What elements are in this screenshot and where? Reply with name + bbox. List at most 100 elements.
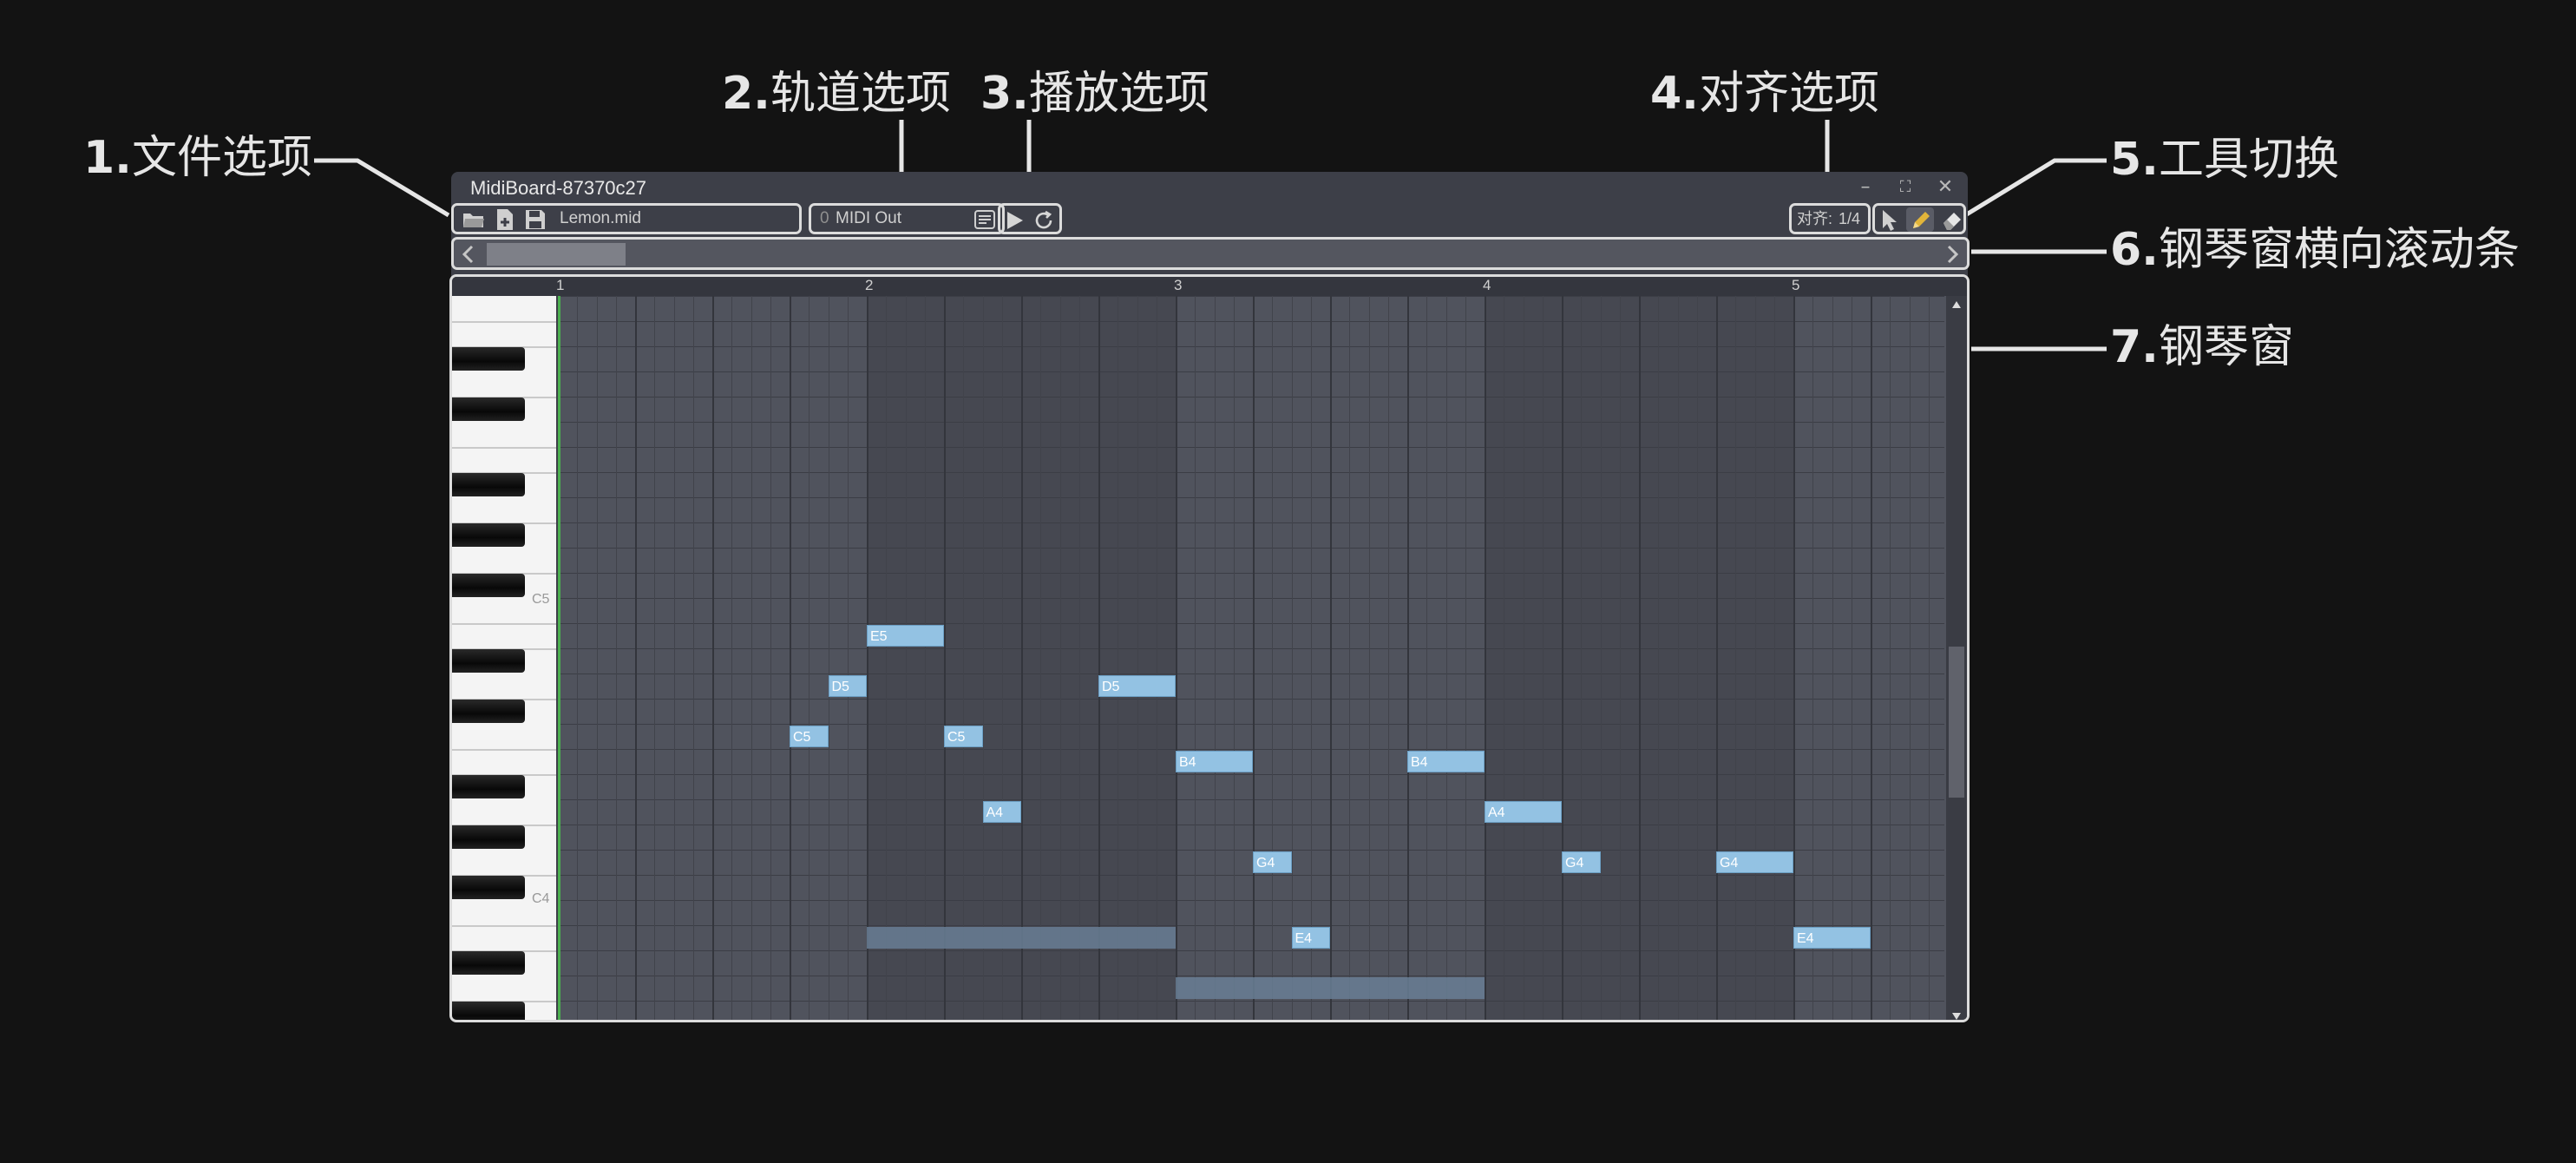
midi-note[interactable]: B4 bbox=[1176, 751, 1253, 772]
grid-row-line bbox=[558, 648, 1944, 649]
track-list-icon[interactable] bbox=[974, 210, 995, 229]
vertical-scrollbar-thumb[interactable] bbox=[1949, 647, 1964, 798]
grid-row-line bbox=[558, 799, 1944, 800]
midi-note[interactable]: G4 bbox=[1562, 851, 1601, 873]
grid-col-line bbox=[1098, 296, 1100, 1020]
minimize-button[interactable]: – bbox=[1846, 174, 1884, 201]
black-key[interactable] bbox=[452, 473, 525, 496]
grid-row-line bbox=[558, 699, 1944, 700]
filename-field[interactable]: Lemon.mid bbox=[560, 206, 641, 232]
grid-col-line bbox=[1465, 296, 1466, 1020]
midi-note[interactable]: G4 bbox=[1716, 851, 1793, 873]
annotation-file-options: 1.文件选项 bbox=[83, 132, 312, 184]
key-label-c5: C5 bbox=[532, 592, 550, 607]
grid-col-line bbox=[886, 296, 888, 1020]
grid-col-line bbox=[1176, 296, 1177, 1020]
track-index: 0 bbox=[820, 209, 829, 227]
bar-number: 4 bbox=[1483, 277, 1491, 293]
midi-note[interactable]: E4 bbox=[1793, 927, 1871, 949]
black-key[interactable] bbox=[452, 398, 525, 421]
bar-number: 3 bbox=[1174, 277, 1183, 293]
grid-row-line bbox=[558, 573, 1944, 574]
grid-col-line bbox=[770, 296, 771, 1020]
scrollbar-thumb[interactable] bbox=[487, 243, 626, 266]
midi-note[interactable]: A4 bbox=[1485, 801, 1562, 823]
track-output-select[interactable]: MIDI Out bbox=[836, 206, 901, 232]
bar-number: 5 bbox=[1792, 277, 1800, 293]
grid-col-line bbox=[1078, 296, 1080, 1020]
annotation-tool-switch: 5.工具切换 bbox=[2110, 134, 2339, 186]
grid-col-line bbox=[692, 296, 694, 1020]
grid-col-line bbox=[1793, 296, 1795, 1020]
black-key[interactable] bbox=[452, 700, 525, 723]
pencil-icon[interactable] bbox=[1910, 209, 1932, 232]
black-key[interactable] bbox=[452, 649, 525, 673]
grid-col-line bbox=[905, 296, 907, 1020]
title-bar[interactable]: MidiBoard-87370c27 – ⛶ ✕ bbox=[451, 172, 1968, 203]
eraser-icon[interactable] bbox=[1941, 209, 1963, 232]
black-key[interactable] bbox=[452, 574, 525, 597]
midi-note[interactable]: D5 bbox=[828, 675, 867, 697]
black-key[interactable] bbox=[452, 876, 525, 899]
grid-row-line bbox=[558, 673, 1944, 674]
piano-keyboard[interactable]: C5 C4 bbox=[452, 296, 556, 1020]
grid-col-line bbox=[635, 296, 637, 1020]
grid-col-line bbox=[1871, 296, 1872, 1020]
grid-col-line bbox=[1233, 296, 1235, 1020]
maximize-button[interactable]: ⛶ bbox=[1886, 174, 1924, 201]
horizontal-scrollbar[interactable] bbox=[451, 237, 1970, 270]
grid-row-line bbox=[558, 522, 1944, 523]
grid-row-line bbox=[558, 598, 1944, 599]
loop-icon[interactable] bbox=[1033, 209, 1056, 232]
black-key[interactable] bbox=[452, 825, 525, 849]
grid-row-line bbox=[558, 623, 1944, 624]
white-key-divider bbox=[452, 321, 556, 323]
grid-col-line bbox=[867, 296, 868, 1020]
snap-value-select[interactable]: 1/4 bbox=[1839, 206, 1860, 232]
bar-number: 2 bbox=[865, 277, 874, 293]
grid-col-line bbox=[1619, 296, 1621, 1020]
grid-col-line bbox=[1773, 296, 1775, 1020]
grid-col-line bbox=[847, 296, 849, 1020]
grid-col-line bbox=[1542, 296, 1544, 1020]
grid-row-line bbox=[558, 774, 1944, 775]
open-folder-icon[interactable] bbox=[462, 210, 485, 229]
black-key[interactable] bbox=[452, 775, 525, 798]
black-key[interactable] bbox=[452, 347, 525, 371]
scroll-up-icon[interactable] bbox=[1952, 301, 1961, 308]
black-key[interactable] bbox=[452, 523, 525, 547]
track-options-group: 0 MIDI Out bbox=[809, 203, 1005, 234]
scroll-left-icon[interactable] bbox=[459, 244, 478, 265]
play-icon[interactable] bbox=[1005, 210, 1026, 231]
grid-row-line bbox=[558, 447, 1944, 448]
vertical-scrollbar[interactable] bbox=[1946, 296, 1967, 1020]
grid-row-line bbox=[558, 548, 1944, 549]
midi-note[interactable]: D5 bbox=[1098, 675, 1176, 697]
white-key-divider bbox=[452, 447, 556, 449]
black-key[interactable] bbox=[452, 951, 525, 975]
save-icon[interactable] bbox=[525, 209, 546, 230]
grid-col-line bbox=[1310, 296, 1312, 1020]
midi-note[interactable]: C5 bbox=[790, 726, 829, 747]
select-cursor-icon[interactable] bbox=[1880, 209, 1899, 232]
grid-col-line bbox=[790, 296, 791, 1020]
midi-note[interactable]: B4 bbox=[1407, 751, 1485, 772]
close-button[interactable]: ✕ bbox=[1926, 174, 1964, 201]
bar-ruler[interactable]: 1 2 3 4 5 bbox=[452, 277, 1967, 296]
window-title: MidiBoard-87370c27 bbox=[470, 177, 647, 199]
grid-col-line bbox=[1368, 296, 1370, 1020]
grid-row-line bbox=[558, 1001, 1944, 1002]
midi-note[interactable]: G4 bbox=[1253, 851, 1292, 873]
midi-note[interactable]: C5 bbox=[944, 726, 983, 747]
midi-note[interactable]: A4 bbox=[982, 801, 1021, 823]
grid-col-line bbox=[654, 296, 656, 1020]
note-grid[interactable]: E5D5C5C5A4D5B4G4E4B4A4G4C4G4E4 bbox=[558, 296, 1967, 1020]
new-file-icon[interactable] bbox=[495, 208, 515, 231]
midi-note[interactable]: E5 bbox=[867, 625, 944, 647]
midi-note[interactable]: E4 bbox=[1291, 927, 1330, 949]
grid-col-line bbox=[1059, 296, 1061, 1020]
black-key[interactable] bbox=[452, 1002, 525, 1020]
scroll-right-icon[interactable] bbox=[1943, 244, 1962, 265]
grid-col-line bbox=[1696, 296, 1698, 1020]
scroll-down-icon[interactable] bbox=[1952, 1013, 1961, 1020]
